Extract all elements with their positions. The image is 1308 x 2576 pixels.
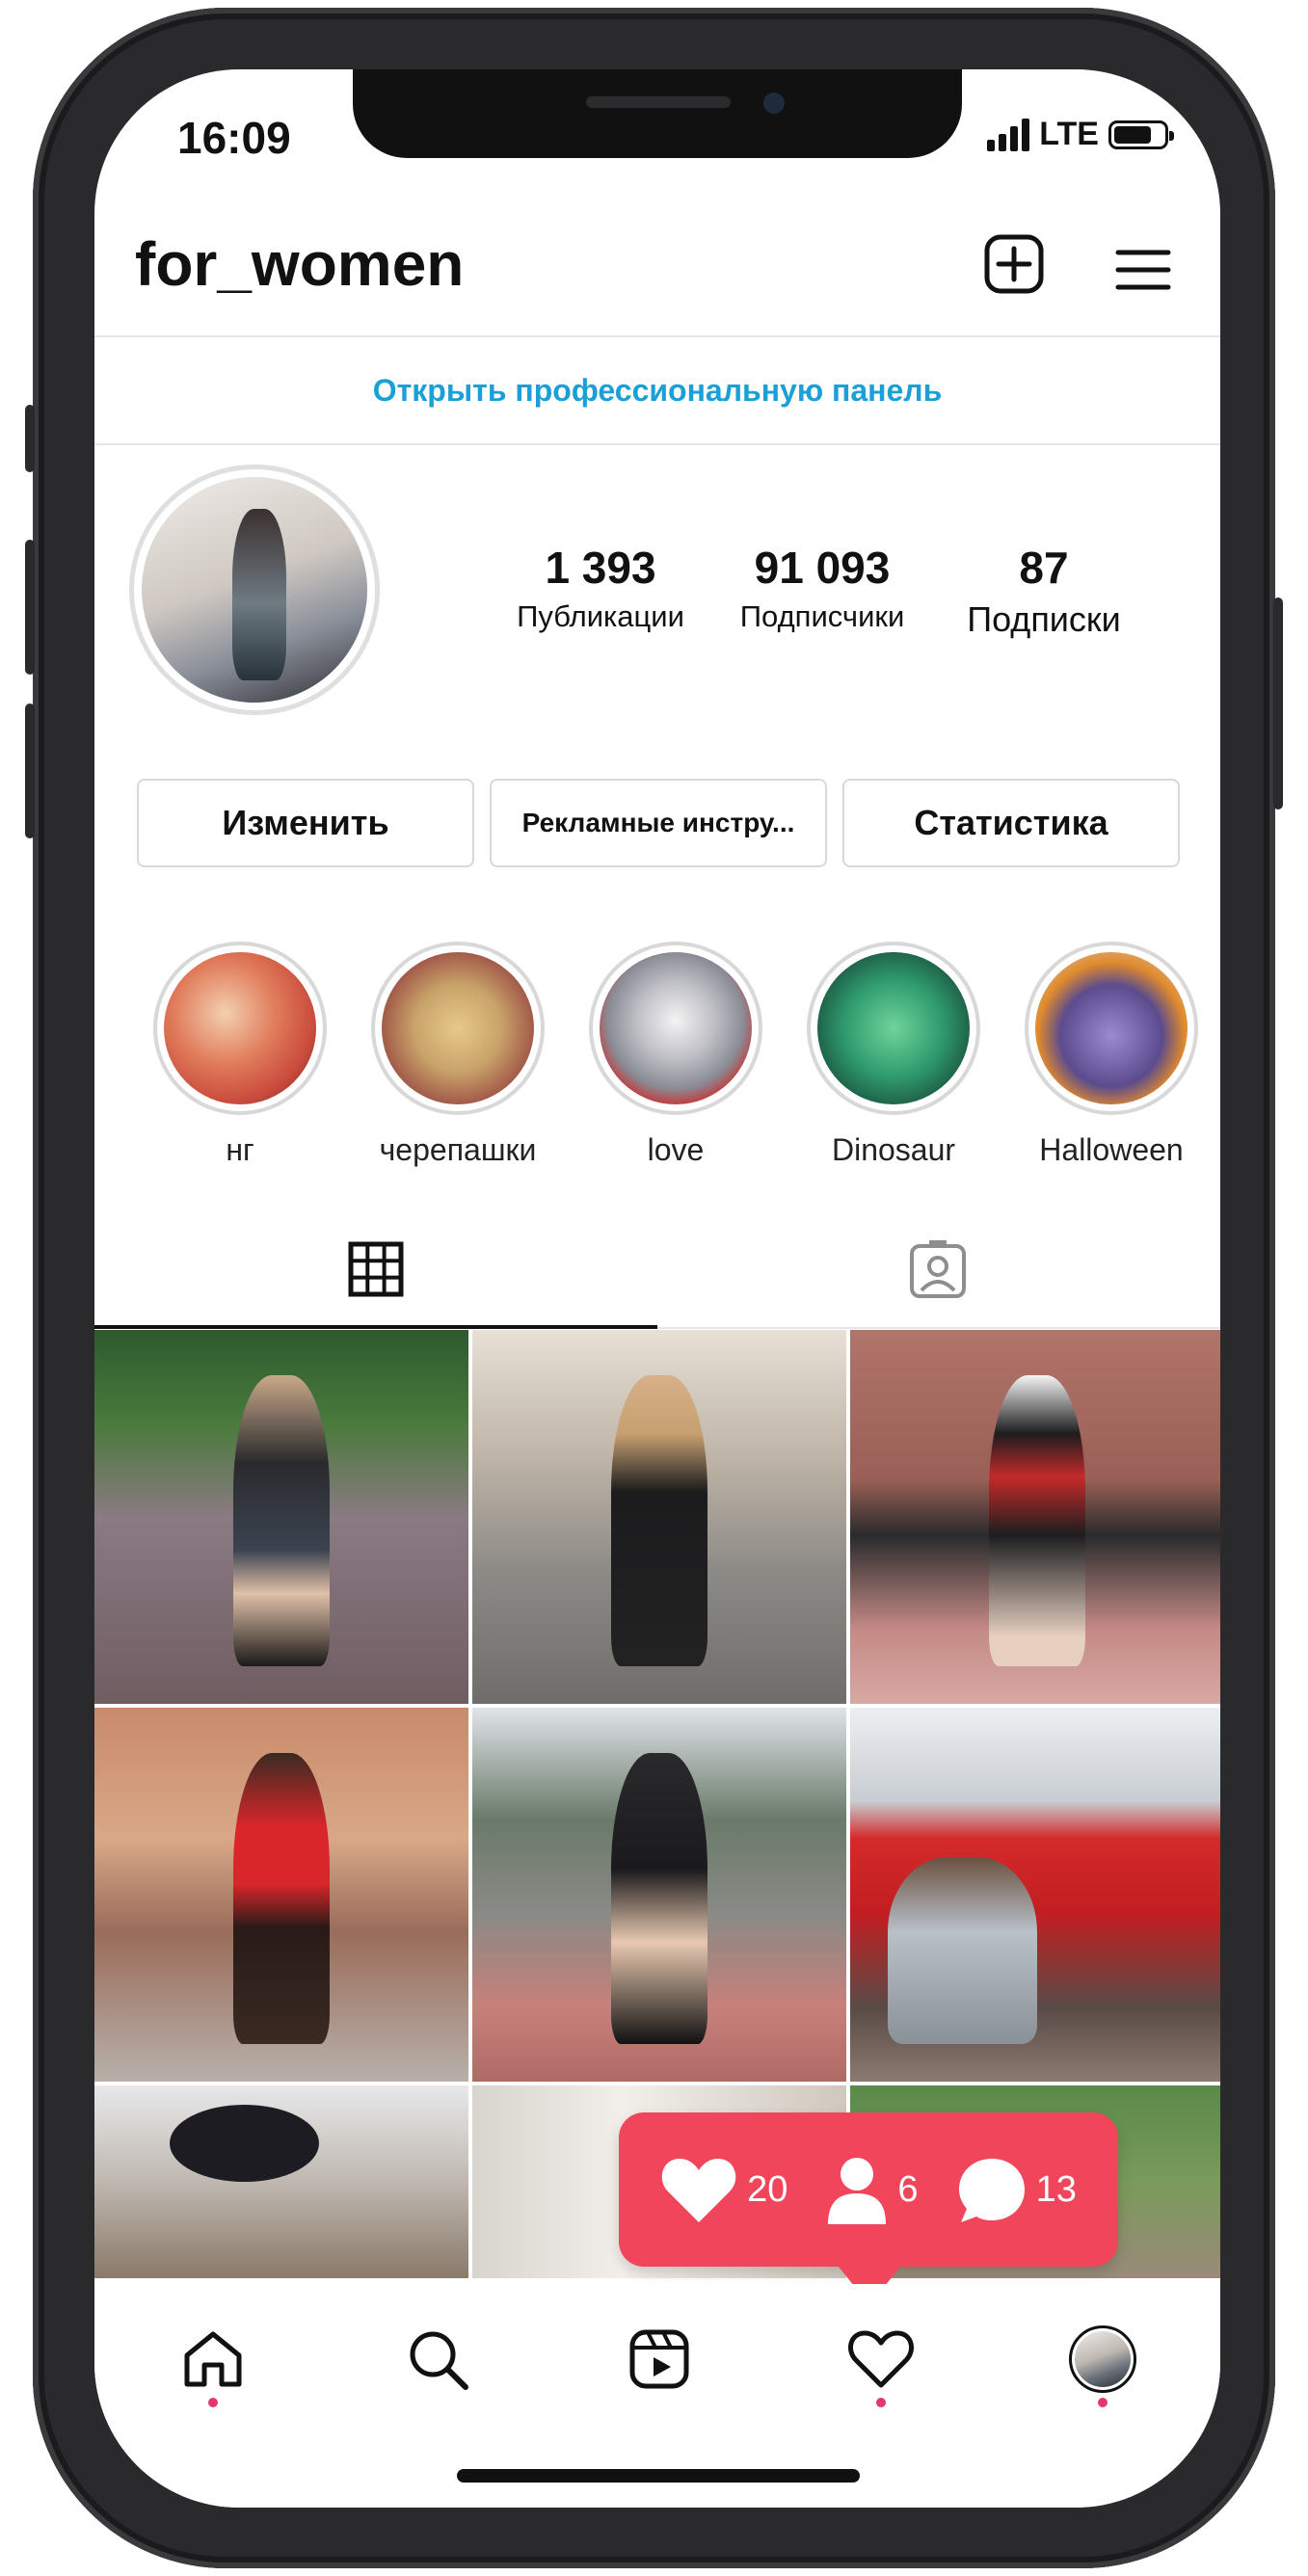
highlight-item[interactable]: Dinosaur: [785, 942, 1002, 1168]
highlight-ring: [807, 942, 980, 1115]
stat-following-label: Подписки: [967, 599, 1121, 639]
highlight-item[interactable]: Halloween: [1002, 942, 1220, 1168]
post-thumbnail[interactable]: [472, 1330, 846, 1704]
status-time: 16:09: [177, 113, 291, 163]
person-icon: [828, 2158, 887, 2224]
plus-square-icon[interactable]: [983, 233, 1045, 300]
highlight-ring: [153, 942, 327, 1115]
volume-down-button: [25, 704, 35, 838]
highlight-cover: [1035, 952, 1188, 1104]
stat-followers[interactable]: 91 093 Подписчики: [711, 542, 933, 640]
nav-avatar-photo: [1075, 2331, 1131, 2387]
hamburger-menu-icon[interactable]: [1114, 247, 1172, 298]
notif-followers: 6: [826, 2155, 919, 2224]
avatar-photo: [142, 477, 367, 703]
post-thumbnail[interactable]: [94, 2085, 468, 2278]
notif-comments-count: 13: [1035, 2168, 1077, 2210]
highlight-label: love: [647, 1132, 705, 1167]
post-thumbnail[interactable]: [850, 1708, 1220, 2082]
highlight-ring: [589, 942, 762, 1115]
stat-following[interactable]: 87 Подписки: [933, 542, 1155, 640]
phone-screen: 16:09 LTE for_women Открыть профессионал…: [94, 69, 1220, 2508]
signal-icon: [987, 118, 1030, 151]
highlight-label: Halloween: [1039, 1132, 1184, 1167]
profile-actions: Изменить Рекламные инстру... Статистика: [137, 779, 1180, 867]
photo-subject: [887, 1857, 1037, 2045]
highlight-ring: [1025, 942, 1198, 1115]
profile-avatar[interactable]: [129, 465, 380, 715]
stat-following-value: 87: [1019, 543, 1069, 593]
home-icon[interactable]: [174, 2321, 252, 2398]
photo-subject: [610, 1752, 708, 2045]
ad-tools-button[interactable]: Рекламные инстру...: [490, 779, 827, 867]
highlight-cover: [382, 952, 534, 1104]
notif-comments: 13: [957, 2155, 1077, 2224]
profile-stats: 1 393 Публикации 91 093 Подписчики 87 По…: [490, 542, 1203, 640]
profile-tabs: [94, 1211, 1220, 1329]
highlight-item[interactable]: нг: [131, 942, 349, 1168]
nav-avatar-ring: [1069, 2325, 1136, 2393]
status-indicators: LTE: [987, 116, 1174, 153]
volume-up-button: [25, 540, 35, 675]
notif-followers-count: 6: [897, 2168, 919, 2210]
highlight-cover: [164, 952, 316, 1104]
heart-icon[interactable]: [842, 2321, 920, 2398]
photo-subject: [169, 2105, 319, 2182]
power-button: [1273, 598, 1283, 810]
post-thumbnail[interactable]: [850, 1330, 1220, 1704]
profile-avatar[interactable]: [1064, 2321, 1141, 2398]
story-highlights: нг черепашки love Dinosaur Halloween: [131, 942, 1220, 1168]
activity-notification[interactable]: 20 6 13: [619, 2112, 1118, 2267]
stat-followers-value: 91 093: [754, 543, 891, 593]
network-label: LTE: [1039, 116, 1099, 152]
mute-switch: [25, 405, 35, 472]
battery-icon: [1108, 120, 1174, 149]
comment-bubble-icon: [958, 2159, 1025, 2222]
highlight-label: нг: [226, 1132, 254, 1167]
post-thumbnail[interactable]: [94, 1330, 468, 1704]
stat-posts-value: 1 393: [545, 543, 656, 593]
photo-subject: [232, 1374, 331, 1667]
stat-followers-label: Подписчики: [739, 599, 905, 633]
insights-button[interactable]: Статистика: [842, 779, 1180, 867]
heart-filled-icon: [661, 2159, 736, 2222]
reels-icon[interactable]: [621, 2321, 698, 2398]
photo-subject: [988, 1374, 1086, 1667]
home-activity-dot: [208, 2398, 218, 2407]
profile-username[interactable]: for_women: [135, 228, 464, 300]
home-indicator: [457, 2469, 860, 2483]
tagged-person-icon[interactable]: [908, 1240, 968, 1305]
stat-posts-label: Публикации: [517, 599, 684, 633]
highlight-item[interactable]: черепашки: [349, 942, 567, 1168]
notif-likes-count: 20: [747, 2168, 788, 2210]
post-thumbnail[interactable]: [94, 1708, 468, 2082]
front-camera: [763, 93, 785, 114]
highlight-ring: [371, 942, 545, 1115]
notif-likes: 20: [660, 2155, 787, 2224]
highlight-cover: [817, 952, 970, 1104]
search-icon[interactable]: [399, 2321, 476, 2398]
highlight-label: Dinosaur: [831, 1132, 956, 1167]
highlight-cover: [600, 952, 752, 1104]
grid-icon[interactable]: [347, 1240, 405, 1303]
professional-dashboard-link[interactable]: Открыть профессиональную панель: [94, 335, 1220, 445]
stat-posts[interactable]: 1 393 Публикации: [490, 542, 711, 640]
highlight-item[interactable]: love: [567, 942, 785, 1168]
highlight-label: черепашки: [379, 1132, 537, 1167]
photo-subject: [232, 1752, 331, 2045]
notch: [353, 69, 962, 158]
post-thumbnail[interactable]: [472, 1708, 846, 2082]
activity-dot: [876, 2398, 886, 2407]
active-tab-indicator: [94, 1325, 657, 1329]
profile-activity-dot: [1098, 2398, 1108, 2407]
speaker: [586, 96, 731, 108]
photo-subject: [610, 1374, 708, 1667]
pro-panel-label: Открыть профессиональную панель: [372, 372, 943, 408]
edit-profile-button[interactable]: Изменить: [137, 779, 474, 867]
